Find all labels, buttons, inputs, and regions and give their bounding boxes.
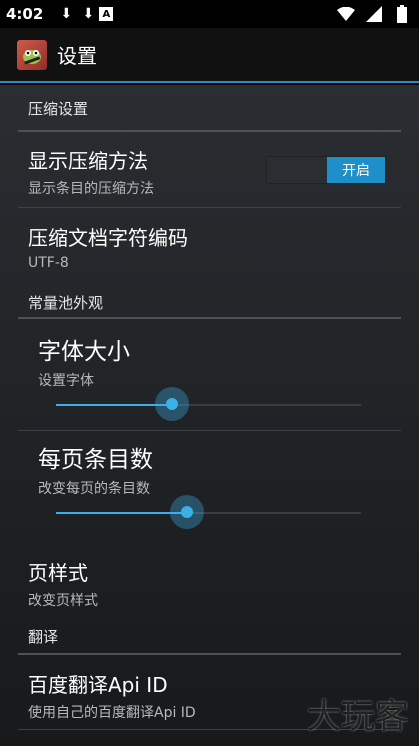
compress-method-switch[interactable]: 开启 <box>266 156 386 184</box>
section-header-translate: 翻译 <box>0 618 419 655</box>
pref-summary: 改变页样式 <box>28 593 98 609</box>
pref-summary: 改变每页的条目数 <box>38 481 150 497</box>
font-icon: A <box>99 7 114 21</box>
action-bar: 设置 <box>0 28 419 83</box>
app-icon[interactable] <box>17 39 47 70</box>
switch-off-track <box>267 157 327 183</box>
section-header-compress: 压缩设置 <box>0 85 419 132</box>
switch-on-label: 开启 <box>327 157 385 183</box>
pref-summary: UTF-8 <box>28 255 69 271</box>
font-size-slider[interactable] <box>56 387 361 421</box>
pref-font-size[interactable]: 字体大小 设置字体 <box>0 319 419 431</box>
section-header-label: 常量池外观 <box>28 294 104 312</box>
settings-list[interactable]: 压缩设置 显示压缩方法 显示条目的压缩方法 开启 压缩文档字符编码 UTF-8 … <box>0 85 419 746</box>
pref-title: 页样式 <box>28 561 88 585</box>
status-time: 4:02 <box>6 5 44 23</box>
section-header-appearance: 常量池外观 <box>0 286 419 319</box>
pref-archive-charset[interactable]: 压缩文档字符编码 UTF-8 <box>0 208 419 286</box>
download-icon: ⬇ <box>82 6 95 22</box>
pref-summary: 设置字体 <box>38 373 94 389</box>
slider-thumb[interactable] <box>166 398 178 410</box>
slider-fill <box>56 512 187 514</box>
page-title: 设置 <box>57 44 97 68</box>
pref-title: 每页条目数 <box>38 447 153 473</box>
battery-icon <box>391 3 413 25</box>
watermark: 大玩客 <box>307 697 409 737</box>
status-bar: 4:02 ⬇ ⬇ A <box>0 0 419 28</box>
items-per-page-slider[interactable] <box>56 495 361 529</box>
section-header-label: 翻译 <box>28 628 59 646</box>
slider-thumb[interactable] <box>181 506 193 518</box>
download-icon: ⬇ <box>60 6 73 22</box>
pref-title: 压缩文档字符编码 <box>28 226 188 250</box>
pref-page-style[interactable]: 页样式 改变页样式 <box>0 543 419 618</box>
wifi-icon <box>335 3 357 25</box>
pref-show-compress-method[interactable]: 显示压缩方法 显示条目的压缩方法 开启 <box>0 132 419 208</box>
section-header-label: 压缩设置 <box>28 100 89 118</box>
pref-title: 字体大小 <box>38 339 130 365</box>
signal-icon <box>363 3 385 25</box>
pref-items-per-page[interactable]: 每页条目数 改变每页的条目数 <box>0 431 419 543</box>
